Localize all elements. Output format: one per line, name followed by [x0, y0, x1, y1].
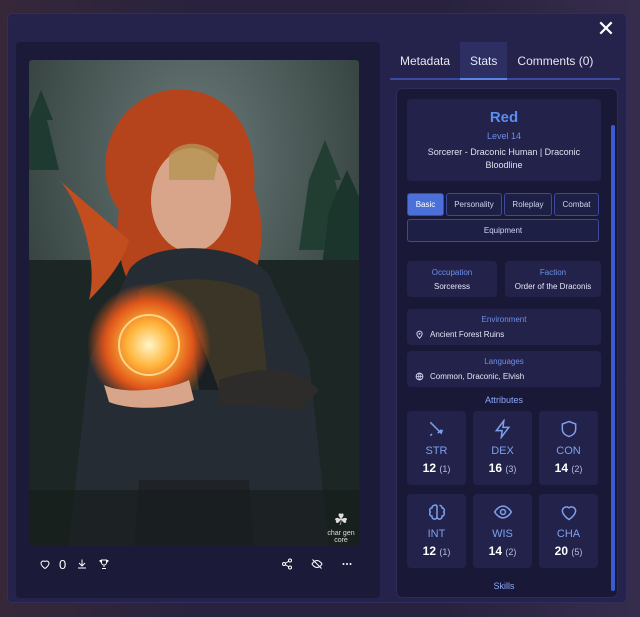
subtab-basic[interactable]: Basic [407, 193, 444, 216]
attributes-title: Attributes [484, 395, 524, 405]
attribute-con: CON 14 (2) [539, 411, 598, 485]
faction-card: Faction Order of the Draconis [505, 261, 601, 297]
attribute-dex: DEX 16 (3) [473, 411, 532, 485]
brain-icon [428, 504, 445, 520]
hide-icon[interactable] [311, 558, 323, 570]
award-button[interactable] [98, 558, 110, 570]
attribute-int: INT 12 (1) [407, 494, 466, 568]
artist-logo: ☘ char gen core [327, 512, 355, 544]
location-pin-icon [416, 330, 423, 339]
eye-icon [493, 505, 512, 519]
download-icon [78, 559, 87, 569]
image-panel: ☘ char gen core 0 [16, 42, 380, 598]
character-name: Red [489, 109, 519, 126]
trophy-icon [99, 559, 109, 569]
attribute-cha: CHA 20 (5) [539, 494, 598, 568]
character-level: Level 14 [486, 131, 522, 141]
tab-stats[interactable]: Stats [460, 42, 508, 80]
subtab-equipment[interactable]: Equipment [407, 219, 599, 242]
stats-subtabs: Basic Personality Roleplay Combat Equipm… [407, 193, 601, 242]
logo-icon: ☘ [333, 512, 349, 529]
details-panel: Metadata Stats Comments (0) Red Level 14… [390, 42, 620, 600]
heart-icon [561, 506, 576, 521]
subtab-personality[interactable]: Personality [446, 193, 502, 216]
subtab-roleplay[interactable]: Roleplay [504, 193, 552, 216]
like-count: 0 [59, 556, 67, 572]
globe-icon [415, 372, 424, 381]
like-button[interactable]: 0 [39, 557, 66, 572]
shield-icon [561, 420, 576, 438]
sword-icon [429, 421, 443, 437]
environment-card: Environment Ancient Forest Ruins [407, 309, 601, 345]
skills-title: Skills [493, 581, 515, 591]
attribute-str: STR 12 (1) [407, 411, 466, 485]
lightning-icon [494, 417, 510, 441]
languages-card: Languages Common, Draconic, Elvish [407, 351, 601, 387]
image-toolbar: 0 [29, 550, 359, 578]
tab-comments[interactable]: Comments (0) [507, 42, 603, 78]
tab-bar: Metadata Stats Comments (0) [390, 42, 620, 80]
close-button[interactable]: ✕ [594, 18, 618, 42]
share-icon[interactable] [281, 558, 293, 570]
tab-metadata[interactable]: Metadata [390, 42, 460, 78]
attribute-wis: WIS 14 (2) [473, 494, 532, 568]
character-modal: ✕ ☘ char gen core 0 Metadata Stats Comme… [8, 14, 626, 602]
heart-icon [40, 560, 50, 570]
character-class: Sorcerer - Draconic Human | Draconic Blo… [427, 147, 581, 170]
scrollbar[interactable] [611, 125, 615, 591]
character-artwork[interactable]: ☘ char gen core [29, 60, 359, 546]
subtab-combat[interactable]: Combat [554, 193, 599, 216]
occupation-card: Occupation Sorceress [407, 261, 497, 297]
stats-content[interactable]: Red Level 14 Sorcerer - Draconic Human |… [396, 88, 618, 598]
more-icon[interactable] [341, 558, 353, 570]
character-header: Red Level 14 Sorcerer - Draconic Human |… [407, 99, 601, 181]
download-button[interactable] [76, 558, 88, 570]
